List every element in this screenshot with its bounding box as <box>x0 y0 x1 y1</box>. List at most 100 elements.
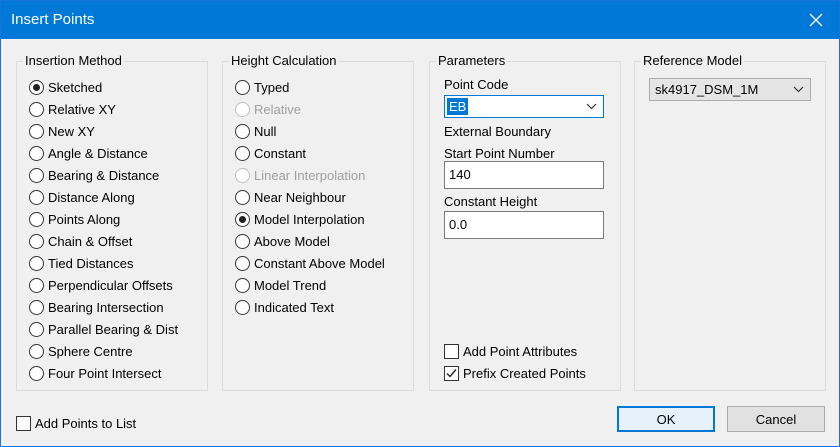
add-point-attributes-label: Add Point Attributes <box>463 343 578 359</box>
checkmark-icon <box>446 368 457 378</box>
insertion-method-radio-1[interactable]: Relative XY <box>29 99 116 119</box>
radio-button[interactable] <box>29 255 44 271</box>
title-bar: Insert Points <box>1 1 839 39</box>
insertion-method-radio-label: Relative XY <box>48 101 116 117</box>
radio-button[interactable] <box>235 233 250 249</box>
prefix-created-points-label: Prefix Created Points <box>463 365 586 381</box>
insertion-method-radio-label: Points Along <box>48 211 121 227</box>
insertion-method-radio-11[interactable]: Parallel Bearing & Dist <box>29 319 178 339</box>
constant-height-input[interactable]: 0.0 <box>444 211 604 239</box>
insertion-method-radio-13[interactable]: Four Point Intersect <box>29 363 161 383</box>
insertion-method-radio-label: Sphere Centre <box>48 343 133 359</box>
insertion-method-radio-10[interactable]: Bearing Intersection <box>29 297 164 317</box>
insertion-method-radio-label: Sketched <box>48 79 103 95</box>
insertion-method-radio-6[interactable]: Points Along <box>29 209 120 229</box>
radio-button[interactable] <box>235 189 250 205</box>
height-calculation-radio-3[interactable]: Constant <box>235 143 306 163</box>
insertion-method-radio-label: Parallel Bearing & Dist <box>48 321 179 337</box>
checkbox-box <box>16 415 31 431</box>
height-calculation-radio-7[interactable]: Above Model <box>235 231 330 251</box>
point-code-value: EB <box>447 98 469 115</box>
checkbox-box <box>444 365 459 381</box>
insertion-method-radio-8[interactable]: Tied Distances <box>29 253 134 273</box>
height-calculation-radio-label: Model Trend <box>254 277 327 293</box>
insertion-method-radio-label: Bearing Intersection <box>48 299 164 315</box>
insertion-method-radio-2[interactable]: New XY <box>29 121 95 141</box>
reference-model-group <box>634 61 826 391</box>
radio-button[interactable] <box>235 277 250 293</box>
insertion-method-radio-9[interactable]: Perpendicular Offsets <box>29 275 173 295</box>
height-calculation-radio-label: Null <box>254 123 277 139</box>
chevron-down-icon <box>586 103 597 110</box>
radio-button[interactable] <box>235 123 250 139</box>
height-calculation-radio-label: Near Neighbour <box>254 189 346 205</box>
insertion-method-label: Insertion Method <box>23 53 124 68</box>
radio-button[interactable] <box>29 145 44 161</box>
add-point-attributes-checkbox[interactable]: Add Point Attributes <box>444 341 577 361</box>
reference-model-label: Reference Model <box>641 53 744 68</box>
parameters-label: Parameters <box>436 53 508 68</box>
insertion-method-radio-label: Four Point Intersect <box>48 365 162 381</box>
radio-button[interactable] <box>235 299 250 315</box>
radio-button[interactable] <box>235 211 250 227</box>
window-title: Insert Points <box>11 11 95 28</box>
height-calculation-radio-label: Indicated Text <box>254 299 334 315</box>
insertion-method-radio-7[interactable]: Chain & Offset <box>29 231 132 251</box>
close-icon <box>809 13 823 27</box>
point-code-combo[interactable]: EB <box>444 95 604 118</box>
radio-button[interactable] <box>29 189 44 205</box>
height-calculation-label: Height Calculation <box>229 53 339 68</box>
cancel-button[interactable]: Cancel <box>727 406 825 432</box>
height-calculation-radio-label: Typed <box>254 79 290 95</box>
insertion-method-radio-label: Bearing & Distance <box>48 167 160 183</box>
start-point-input[interactable]: 140 <box>444 161 604 189</box>
radio-button[interactable] <box>29 79 44 95</box>
insert-points-dialog: Insert Points Insertion Method Sketched R… <box>0 0 840 447</box>
height-calculation-radio-4: Linear Interpolation <box>235 165 365 185</box>
radio-button[interactable] <box>29 321 44 337</box>
height-calculation-radio-2[interactable]: Null <box>235 121 276 141</box>
reference-model-combo[interactable]: sk4917_DSM_1M <box>649 78 811 101</box>
height-calculation-radio-0[interactable]: Typed <box>235 77 289 97</box>
height-calculation-radio-9[interactable]: Model Trend <box>235 275 326 295</box>
height-calculation-radio-label: Above Model <box>254 233 330 249</box>
radio-button[interactable] <box>29 233 44 249</box>
insertion-method-radio-0[interactable]: Sketched <box>29 77 102 97</box>
prefix-created-points-checkbox[interactable]: Prefix Created Points <box>444 363 586 383</box>
close-button[interactable] <box>793 1 839 39</box>
reference-model-value: sk4917_DSM_1M <box>655 82 759 97</box>
insertion-method-radio-4[interactable]: Bearing & Distance <box>29 165 159 185</box>
radio-button[interactable] <box>29 123 44 139</box>
height-calculation-radio-5[interactable]: Near Neighbour <box>235 187 346 207</box>
radio-button[interactable] <box>29 167 44 183</box>
radio-button[interactable] <box>235 79 250 95</box>
radio-button[interactable] <box>29 299 44 315</box>
radio-button[interactable] <box>29 101 44 117</box>
chevron-down-icon <box>793 86 804 93</box>
radio-button[interactable] <box>235 255 250 271</box>
height-calculation-radio-10[interactable]: Indicated Text <box>235 297 334 317</box>
point-code-description: External Boundary <box>444 124 551 139</box>
radio-button[interactable] <box>29 365 44 381</box>
add-points-to-list-label: Add Points to List <box>35 415 137 431</box>
height-calculation-radio-label: Linear Interpolation <box>254 167 366 183</box>
radio-button <box>235 101 250 117</box>
height-calculation-radio-6[interactable]: Model Interpolation <box>235 209 365 229</box>
height-calculation-radio-label: Constant Above Model <box>254 255 385 271</box>
add-points-to-list-checkbox[interactable]: Add Points to List <box>16 413 136 433</box>
insertion-method-radio-12[interactable]: Sphere Centre <box>29 341 133 361</box>
radio-button <box>235 167 250 183</box>
point-code-label: Point Code <box>444 77 509 92</box>
insertion-method-radio-5[interactable]: Distance Along <box>29 187 135 207</box>
radio-button[interactable] <box>29 277 44 293</box>
radio-button[interactable] <box>29 343 44 359</box>
height-calculation-radio-label: Relative <box>254 101 301 117</box>
constant-height-label: Constant Height <box>444 194 538 209</box>
insertion-method-radio-3[interactable]: Angle & Distance <box>29 143 148 163</box>
radio-button[interactable] <box>29 211 44 227</box>
ok-button[interactable]: OK <box>617 406 715 432</box>
height-calculation-radio-8[interactable]: Constant Above Model <box>235 253 385 273</box>
insertion-method-radio-label: Perpendicular Offsets <box>48 277 173 293</box>
insertion-method-radio-label: New XY <box>48 123 95 139</box>
radio-button[interactable] <box>235 145 250 161</box>
